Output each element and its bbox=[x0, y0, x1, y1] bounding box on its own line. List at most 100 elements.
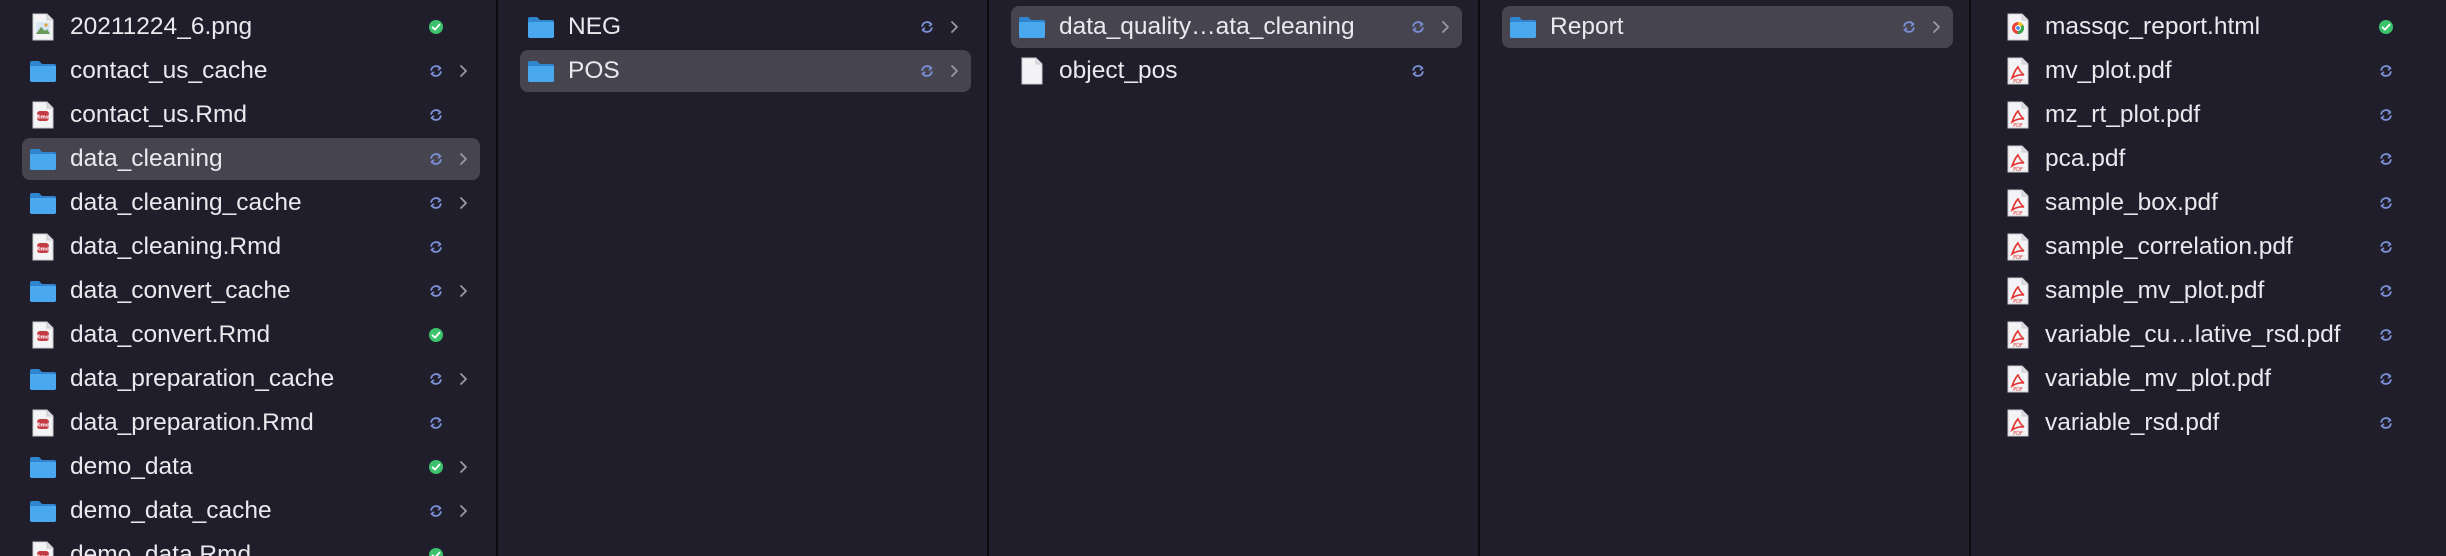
chevron-right-icon bbox=[452, 459, 474, 475]
list-item[interactable]: data_cleaning_cache bbox=[22, 182, 480, 224]
chevron-right-icon bbox=[452, 195, 474, 211]
list-item[interactable]: PDF variable_cu…lative_rsd.pdf bbox=[1997, 314, 2430, 356]
pdf-file-icon: PDF bbox=[2003, 319, 2033, 351]
list-item[interactable]: Rmd data_cleaning.Rmd bbox=[22, 226, 480, 268]
item-name: data_preparation_cache bbox=[70, 365, 335, 392]
item-name: 20211224_6.png bbox=[70, 13, 253, 40]
list-item[interactable]: Rmd demo_data.Rmd bbox=[22, 534, 480, 556]
syncing-icon bbox=[2374, 103, 2398, 127]
syncing-icon bbox=[424, 235, 448, 259]
syncing-icon bbox=[424, 279, 448, 303]
syncing-icon bbox=[2374, 367, 2398, 391]
list-item[interactable]: PDF variable_rsd.pdf bbox=[1997, 402, 2430, 444]
list-item[interactable]: contact_us_cache bbox=[22, 50, 480, 92]
syncing-icon bbox=[2374, 59, 2398, 83]
folder-icon bbox=[526, 11, 556, 43]
svg-text:PDF: PDF bbox=[2013, 387, 2023, 393]
chevron-right-icon bbox=[452, 151, 474, 167]
svg-text:Rmd: Rmd bbox=[36, 247, 50, 253]
syncing-icon bbox=[424, 191, 448, 215]
syncing-icon bbox=[915, 15, 939, 39]
list-item[interactable]: POS bbox=[520, 50, 971, 92]
syncing-icon bbox=[2374, 323, 2398, 347]
column-browser: 20211224_6.png contact_us_cache Rmd contact… bbox=[0, 0, 2446, 556]
item-name: POS bbox=[568, 57, 620, 84]
list-item[interactable]: PDF pca.pdf bbox=[1997, 138, 2430, 180]
folder-icon bbox=[1017, 11, 1047, 43]
svg-text:PDF: PDF bbox=[2013, 211, 2023, 217]
column-1[interactable]: 20211224_6.png contact_us_cache Rmd contact… bbox=[0, 0, 496, 556]
list-item[interactable]: data_cleaning bbox=[22, 138, 480, 180]
chevron-right-icon bbox=[452, 503, 474, 519]
list-item[interactable]: PDF sample_box.pdf bbox=[1997, 182, 2430, 224]
item-name: demo_data.Rmd bbox=[70, 541, 252, 556]
pdf-file-icon: PDF bbox=[2003, 407, 2033, 439]
list-item[interactable]: Rmd data_convert.Rmd bbox=[22, 314, 480, 356]
svg-text:Rmd: Rmd bbox=[36, 423, 50, 429]
list-item[interactable]: data_preparation_cache bbox=[22, 358, 480, 400]
rmd-file-icon: Rmd bbox=[28, 319, 58, 351]
item-name: sample_mv_plot.pdf bbox=[2045, 277, 2265, 304]
item-name: contact_us.Rmd bbox=[70, 101, 248, 128]
chevron-right-icon bbox=[452, 63, 474, 79]
column-5[interactable]: massqc_report.html PDF mv_plot.pdf PDF mz_rt… bbox=[1969, 0, 2446, 556]
svg-text:PDF: PDF bbox=[2013, 299, 2023, 305]
rmd-file-icon: Rmd bbox=[28, 539, 58, 556]
folder-icon bbox=[28, 451, 58, 483]
rmd-file-icon: Rmd bbox=[28, 231, 58, 263]
rmd-file-icon: Rmd bbox=[28, 407, 58, 439]
list-item[interactable]: PDF sample_mv_plot.pdf bbox=[1997, 270, 2430, 312]
list-item[interactable]: NEG bbox=[520, 6, 971, 48]
chevron-right-icon bbox=[1434, 19, 1456, 35]
item-name: variable_rsd.pdf bbox=[2045, 409, 2220, 436]
list-item[interactable]: Rmd data_preparation.Rmd bbox=[22, 402, 480, 444]
item-name: data_cleaning_cache bbox=[70, 189, 302, 216]
list-item[interactable]: object_pos bbox=[1011, 50, 1462, 92]
svg-text:PDF: PDF bbox=[2013, 343, 2023, 349]
svg-text:PDF: PDF bbox=[2013, 79, 2023, 85]
list-item[interactable]: PDF sample_correlation.pdf bbox=[1997, 226, 2430, 268]
html-file-icon bbox=[2003, 11, 2033, 43]
list-item[interactable]: demo_data bbox=[22, 446, 480, 488]
pdf-file-icon: PDF bbox=[2003, 231, 2033, 263]
syncing-icon bbox=[2374, 191, 2398, 215]
folder-icon bbox=[526, 55, 556, 87]
svg-text:PDF: PDF bbox=[2013, 167, 2023, 173]
list-item[interactable]: demo_data_cache bbox=[22, 490, 480, 532]
pdf-file-icon: PDF bbox=[2003, 99, 2033, 131]
list-item[interactable]: PDF mz_rt_plot.pdf bbox=[1997, 94, 2430, 136]
chevron-right-icon bbox=[452, 283, 474, 299]
pdf-file-icon: PDF bbox=[2003, 143, 2033, 175]
pdf-file-icon: PDF bbox=[2003, 187, 2033, 219]
folder-icon bbox=[28, 363, 58, 395]
item-name: mz_rt_plot.pdf bbox=[2045, 101, 2201, 128]
chevron-right-icon bbox=[452, 371, 474, 387]
item-name: data_cleaning.Rmd bbox=[70, 233, 282, 260]
list-item[interactable]: massqc_report.html bbox=[1997, 6, 2430, 48]
item-name: contact_us_cache bbox=[70, 57, 268, 84]
svg-text:PDF: PDF bbox=[2013, 431, 2023, 437]
list-item[interactable]: 20211224_6.png bbox=[22, 6, 480, 48]
pdf-file-icon: PDF bbox=[2003, 55, 2033, 87]
list-item[interactable]: PDF mv_plot.pdf bbox=[1997, 50, 2430, 92]
item-name: data_convert.Rmd bbox=[70, 321, 271, 348]
folder-icon bbox=[28, 187, 58, 219]
syncing-icon bbox=[915, 59, 939, 83]
item-name: pca.pdf bbox=[2045, 145, 2126, 172]
svg-text:Rmd: Rmd bbox=[36, 335, 50, 341]
svg-text:PDF: PDF bbox=[2013, 123, 2023, 129]
list-item[interactable]: Rmd contact_us.Rmd bbox=[22, 94, 480, 136]
item-name: data_preparation.Rmd bbox=[70, 409, 314, 436]
column-4[interactable]: Report bbox=[1478, 0, 1969, 556]
list-item[interactable]: data_quality…ata_cleaning bbox=[1011, 6, 1462, 48]
item-name: variable_cu…lative_rsd.pdf bbox=[2045, 321, 2341, 348]
column-2[interactable]: NEG POS bbox=[496, 0, 987, 556]
list-item[interactable]: data_convert_cache bbox=[22, 270, 480, 312]
syncing-icon bbox=[2374, 147, 2398, 171]
syncing-icon bbox=[1406, 15, 1430, 39]
column-3[interactable]: data_quality…ata_cleaning object_pos bbox=[987, 0, 1478, 556]
list-item[interactable]: PDF variable_mv_plot.pdf bbox=[1997, 358, 2430, 400]
list-item[interactable]: Report bbox=[1502, 6, 1953, 48]
folder-icon bbox=[28, 495, 58, 527]
item-name: sample_box.pdf bbox=[2045, 189, 2218, 216]
